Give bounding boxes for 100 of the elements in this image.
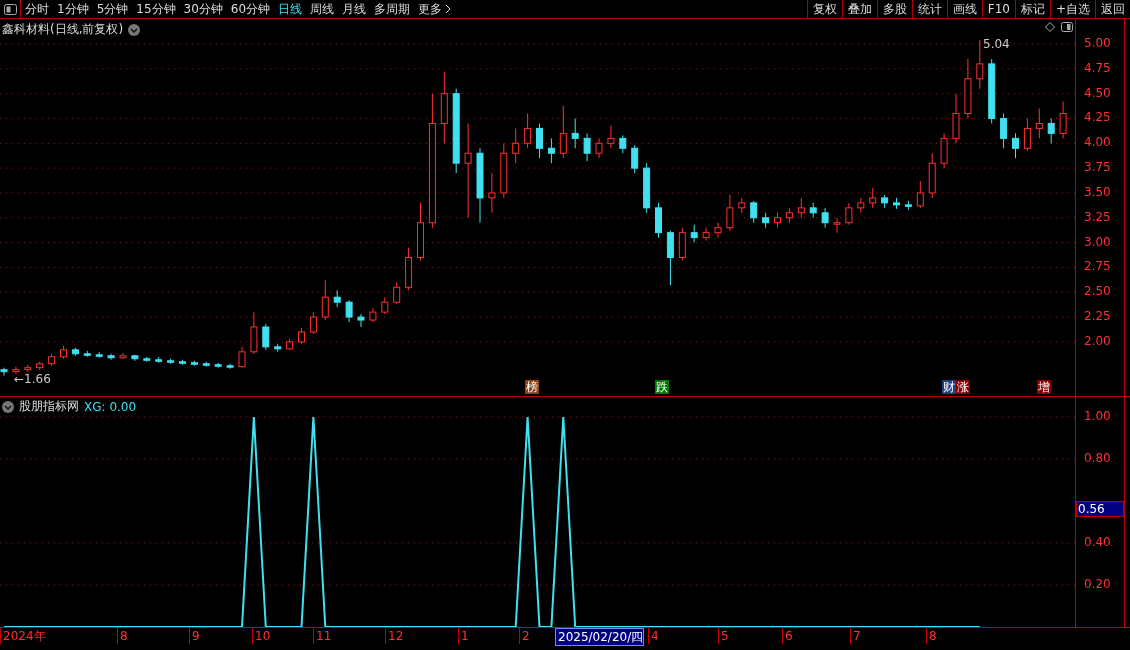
candlestick xyxy=(1047,117,1055,144)
candlestick xyxy=(750,200,758,224)
dropdown-icon[interactable] xyxy=(128,23,141,36)
date-label: 10 xyxy=(252,628,271,644)
candlestick xyxy=(833,217,841,234)
date-label: 7 xyxy=(850,628,861,644)
indicator-tick-label: 0.20 xyxy=(1084,577,1111,591)
candlestick xyxy=(916,180,924,209)
low-price-label: ←1.66 xyxy=(14,372,51,386)
toolbar-button[interactable]: 复权 xyxy=(806,0,842,18)
candlestick xyxy=(524,113,532,149)
candlestick xyxy=(869,187,877,209)
candlestick xyxy=(583,132,591,162)
candlestick xyxy=(345,299,353,323)
event-marker[interactable]: 榜 xyxy=(525,380,539,394)
price-tick-label: 4.25 xyxy=(1084,110,1111,125)
event-marker[interactable]: 涨 xyxy=(956,380,970,394)
period-tab[interactable]: 30分钟 xyxy=(179,0,227,18)
candlestick xyxy=(488,172,496,214)
current-value-label: 0.56 xyxy=(1076,501,1124,518)
candlestick xyxy=(845,202,853,226)
candlestick xyxy=(797,197,805,219)
date-label: 9 xyxy=(189,628,200,644)
candlestick xyxy=(714,222,722,239)
candlestick xyxy=(976,39,984,90)
candlestick xyxy=(107,353,115,361)
period-tab[interactable]: 日线 xyxy=(274,0,307,18)
candlestick xyxy=(1059,101,1067,139)
chevron-icon xyxy=(445,4,452,14)
period-tab[interactable]: 月线 xyxy=(338,0,371,18)
period-tab[interactable]: 分时 xyxy=(21,0,53,18)
toolbar-button[interactable]: F10 xyxy=(981,0,1015,18)
price-tick-label: 3.25 xyxy=(1084,209,1111,224)
dropdown-icon[interactable] xyxy=(2,400,14,413)
price-tick-label: 4.75 xyxy=(1084,60,1111,75)
date-label: 4 xyxy=(648,628,659,644)
price-tick-label: 3.00 xyxy=(1084,234,1111,249)
date-label: 2 xyxy=(519,628,530,644)
toolbar-button[interactable]: 统计 xyxy=(911,0,947,18)
toolbar-button[interactable]: 返回 xyxy=(1095,0,1130,18)
price-tick-label: 2.25 xyxy=(1084,309,1111,324)
candlestick xyxy=(1000,113,1008,149)
candlestick xyxy=(1023,117,1031,152)
candlestick xyxy=(238,346,246,369)
period-tab[interactable]: 更多 xyxy=(414,0,456,18)
candlestick xyxy=(12,366,20,375)
period-tab[interactable]: 1分钟 xyxy=(53,0,93,18)
event-marker[interactable]: 跌 xyxy=(655,380,669,394)
price-tick-label: 3.50 xyxy=(1084,184,1111,199)
indicator-tick-label: 1.00 xyxy=(1084,408,1111,423)
indicator-name: 股朋指标网 xyxy=(19,398,79,415)
candlestick xyxy=(547,137,555,164)
date-label: 2024年 xyxy=(0,628,46,644)
cursor-date-label: 2025/02/20/四 xyxy=(555,628,645,646)
toolbar-button[interactable]: 多股 xyxy=(876,0,912,18)
panel-toggle-icon[interactable] xyxy=(1061,22,1073,32)
event-marker[interactable]: 财 xyxy=(942,380,956,394)
candlestick xyxy=(393,281,401,305)
toolbar-button[interactable]: 叠加 xyxy=(841,0,877,18)
period-tab[interactable]: 5分钟 xyxy=(92,0,133,18)
candlestick xyxy=(309,311,317,335)
panel-toggle-icon[interactable] xyxy=(3,3,17,15)
candlestick xyxy=(536,122,543,159)
indicator-reading: XG: 0.00 xyxy=(84,399,137,414)
date-label: 5 xyxy=(718,628,729,644)
date-label: 1 xyxy=(458,628,469,644)
candlestick xyxy=(726,194,734,232)
price-tick-label: 5.00 xyxy=(1084,36,1111,50)
date-label: 11 xyxy=(313,628,332,644)
candlestick xyxy=(595,137,603,159)
candlestick xyxy=(464,122,472,219)
candlestick xyxy=(559,105,567,159)
period-tab[interactable]: 多周期 xyxy=(370,0,415,18)
candlestick xyxy=(631,144,639,174)
candlestick xyxy=(119,352,127,360)
price-tick-label: 4.50 xyxy=(1084,85,1111,100)
indicator-tick-label: 0.80 xyxy=(1084,450,1111,465)
toolbar-button[interactable]: 标记 xyxy=(1014,0,1050,18)
candlestick xyxy=(321,279,329,321)
period-tab[interactable]: 60分钟 xyxy=(226,0,275,18)
candlestick xyxy=(571,117,579,149)
candlestick xyxy=(1035,108,1043,139)
candlestick xyxy=(702,227,710,242)
date-label: 8 xyxy=(117,628,128,644)
period-tab[interactable]: 周线 xyxy=(306,0,339,18)
toolbar-button[interactable]: 画线 xyxy=(946,0,982,18)
candlestick xyxy=(0,367,8,377)
indicator-tick-label: 0.40 xyxy=(1084,534,1111,549)
diamond-icon[interactable] xyxy=(1045,22,1055,32)
candlestick xyxy=(357,313,365,328)
candlestick xyxy=(607,124,615,149)
candlestick xyxy=(262,323,270,351)
period-tab[interactable]: 15分钟 xyxy=(132,0,180,18)
candlestick xyxy=(1012,132,1019,159)
price-tick-label: 2.50 xyxy=(1084,284,1111,299)
date-label: 6 xyxy=(782,628,793,644)
event-marker[interactable]: 增 xyxy=(1037,380,1051,394)
high-price-label: 5.04 xyxy=(983,37,1010,51)
chart-title: 鑫科材料(日线,前复权) xyxy=(2,21,124,38)
toolbar-button[interactable]: +自选 xyxy=(1049,0,1095,18)
